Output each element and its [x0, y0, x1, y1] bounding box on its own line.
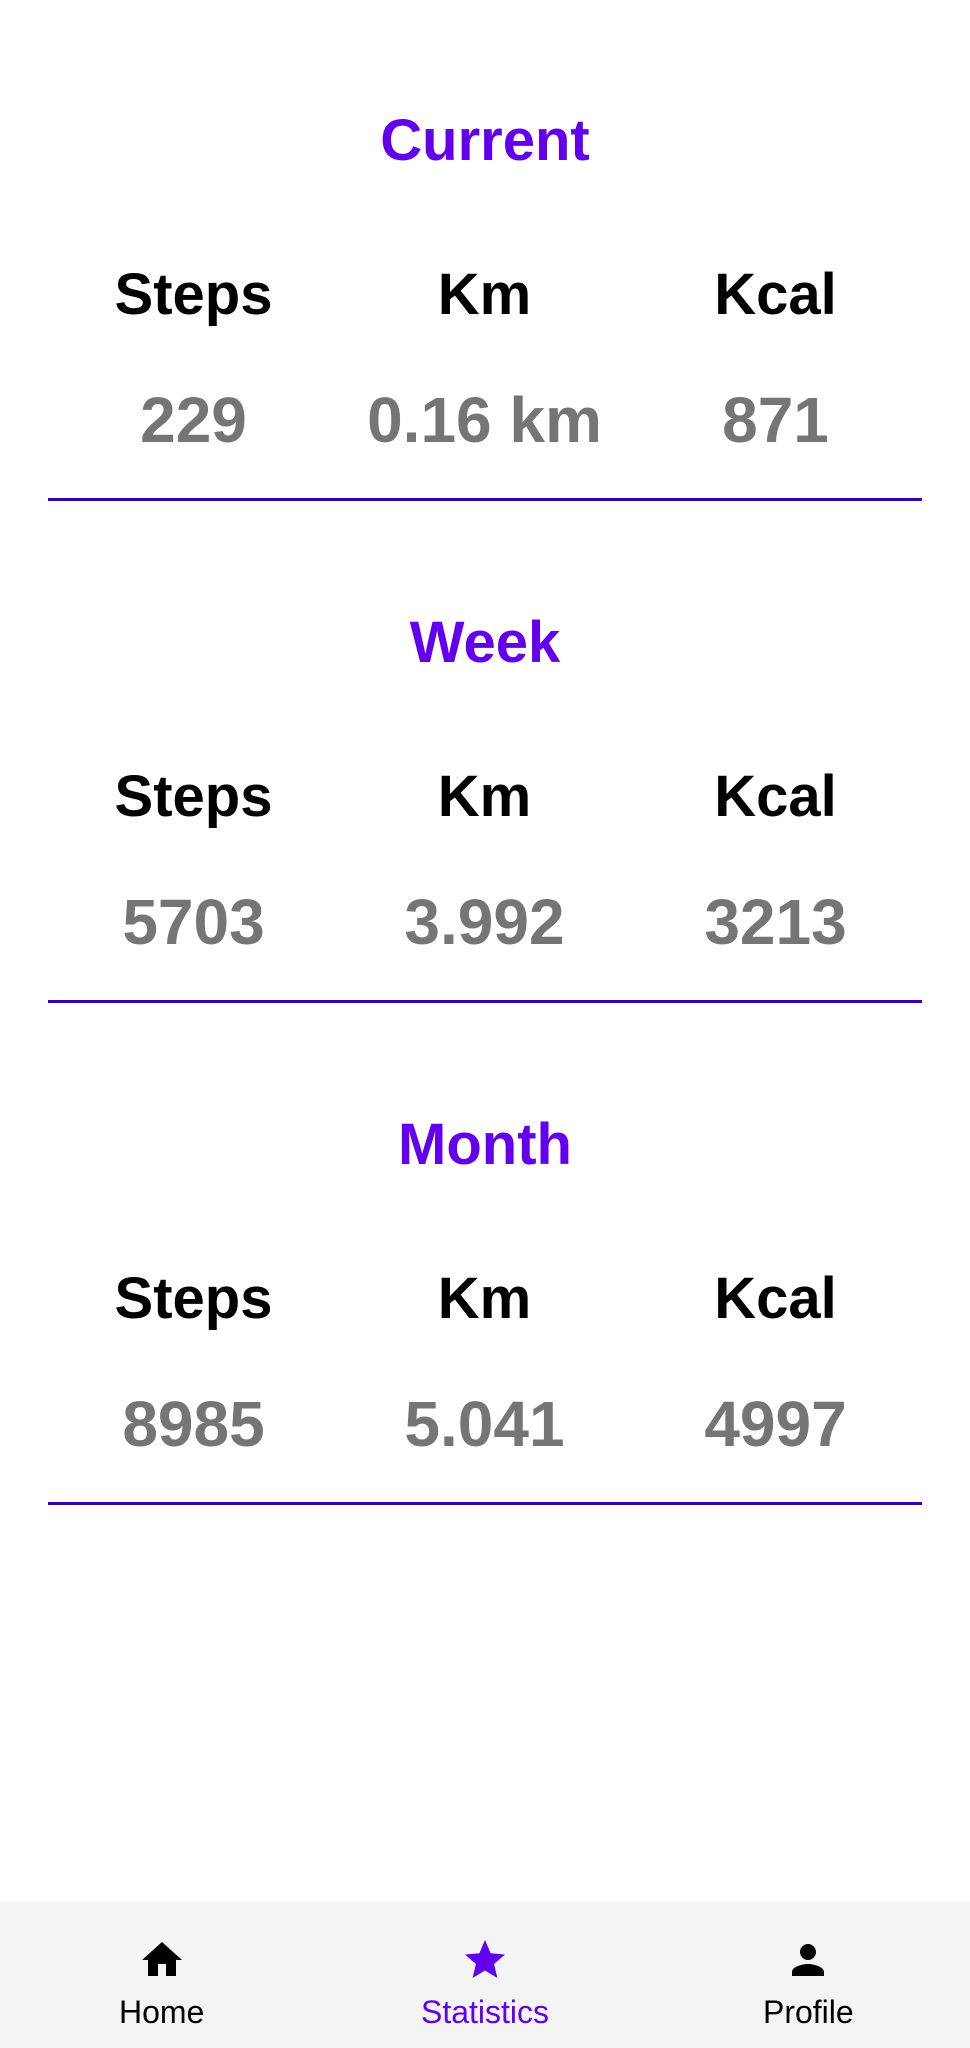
- nav-label-home: Home: [118, 1994, 205, 2030]
- section-divider: [48, 1502, 922, 1505]
- km-value: 3.992: [404, 886, 565, 958]
- section-title-current: Current: [380, 108, 590, 173]
- statistics-screen: Current Steps Km Kcal 229 0.16 km 871 We…: [0, 0, 970, 2048]
- nav-item-home[interactable]: Home: [0, 1902, 323, 2048]
- star-icon: [464, 1940, 505, 1978]
- steps-value: 5703: [122, 886, 265, 958]
- home-icon: [141, 1942, 182, 1976]
- steps-label: Steps: [114, 262, 273, 327]
- section-title-week: Week: [409, 610, 561, 675]
- km-value: 0.16 km: [367, 384, 602, 456]
- steps-label: Steps: [114, 1266, 273, 1331]
- kcal-label: Kcal: [714, 1266, 837, 1331]
- km-label: Km: [437, 1266, 532, 1331]
- stat-labels-row: Steps Km Kcal: [48, 266, 922, 324]
- kcal-label: Kcal: [714, 764, 837, 829]
- kcal-label: Kcal: [714, 262, 837, 327]
- stat-labels-row: Steps Km Kcal: [48, 1270, 922, 1328]
- bottom-navigation: Home Statistics Profile: [0, 1902, 970, 2048]
- nav-label-statistics: Statistics: [420, 1994, 549, 2030]
- nav-item-statistics[interactable]: Statistics: [323, 1902, 646, 2048]
- steps-value: 8985: [122, 1388, 265, 1460]
- kcal-value: 4997: [704, 1388, 847, 1460]
- steps-label: Steps: [114, 764, 273, 829]
- stat-values-row: 229 0.16 km 871: [48, 388, 922, 452]
- steps-value: 229: [140, 384, 247, 456]
- kcal-value: 3213: [704, 886, 847, 958]
- km-label: Km: [437, 764, 532, 829]
- stat-labels-row: Steps Km Kcal: [48, 768, 922, 826]
- section-title-month: Month: [398, 1112, 572, 1177]
- section-divider: [48, 1000, 922, 1003]
- km-value: 5.041: [404, 1388, 565, 1460]
- stat-values-row: 8985 5.041 4997: [48, 1392, 922, 1456]
- kcal-value: 871: [722, 384, 829, 456]
- km-label: Km: [437, 262, 532, 327]
- stat-values-row: 5703 3.992 3213: [48, 890, 922, 954]
- nav-label-profile: Profile: [762, 1994, 854, 2030]
- person-icon: [792, 1944, 825, 1976]
- section-divider: [48, 498, 922, 501]
- nav-item-profile[interactable]: Profile: [647, 1902, 970, 2048]
